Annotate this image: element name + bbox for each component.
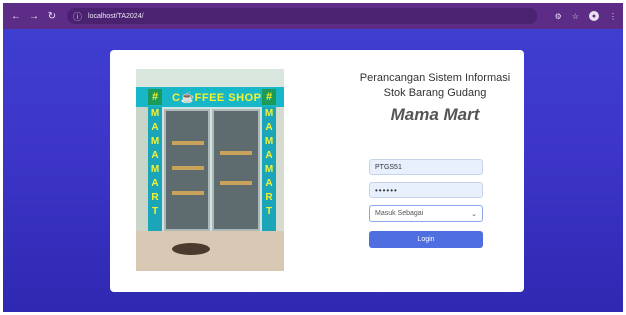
password-value: •••••• [375,185,398,195]
toolbar-right: ⚙ ☆ ● ⋮ [555,3,617,29]
role-select[interactable]: Masuk Sebagai ⌄ [369,205,483,222]
star-icon[interactable]: ☆ [572,12,579,21]
reload-icon[interactable]: ↻ [43,3,61,29]
sign-text: C☕FFEE SHOP [172,92,262,104]
info-icon[interactable]: ⓘ [73,10,82,23]
store-door-right [212,109,260,231]
login-page: # C☕FFEE SHOP # M A M A M A R T M A M A … [3,29,623,312]
url-text: localhost/TA2024/ [88,12,144,20]
column-sign-left: M A M A M A R T [148,107,162,231]
role-select-value: Masuk Sebagai [375,210,424,217]
page-title-line1: Perancangan Sistem Informasi [359,72,511,84]
store-door-left [164,109,210,231]
extension-icon[interactable]: ● [589,11,599,21]
back-icon[interactable]: ← [7,3,25,29]
forward-icon[interactable]: → [25,3,43,29]
chevron-down-icon: ⌄ [471,210,477,218]
username-value: PTGS51 [375,163,402,171]
browser-window: ← → ↻ ⓘ localhost/TA2024/ ⚙ ☆ ● ⋮ # C☕FF… [3,3,623,312]
page-title-line2: Stok Barang Gudang [383,87,487,99]
login-button[interactable]: Login [369,231,483,248]
door-mat [172,243,210,255]
translate-icon[interactable]: ⚙ [555,12,562,21]
column-sign-right: M A M A M A R T [262,107,276,231]
sign-hash-left: # [148,89,162,105]
store-photo: # C☕FFEE SHOP # M A M A M A R T M A M A … [136,69,284,271]
login-button-label: Login [417,236,435,243]
address-bar[interactable]: ⓘ localhost/TA2024/ [67,8,537,24]
password-field[interactable]: •••••• [369,182,483,198]
app-name: Mama Mart [390,105,480,124]
browser-toolbar: ← → ↻ ⓘ localhost/TA2024/ ⚙ ☆ ● ⋮ [3,3,623,29]
sign-hash-right: # [262,89,276,105]
login-card: # C☕FFEE SHOP # M A M A M A R T M A M A … [110,50,524,292]
username-field[interactable]: PTGS51 [369,159,483,175]
menu-icon[interactable]: ⋮ [609,12,617,21]
